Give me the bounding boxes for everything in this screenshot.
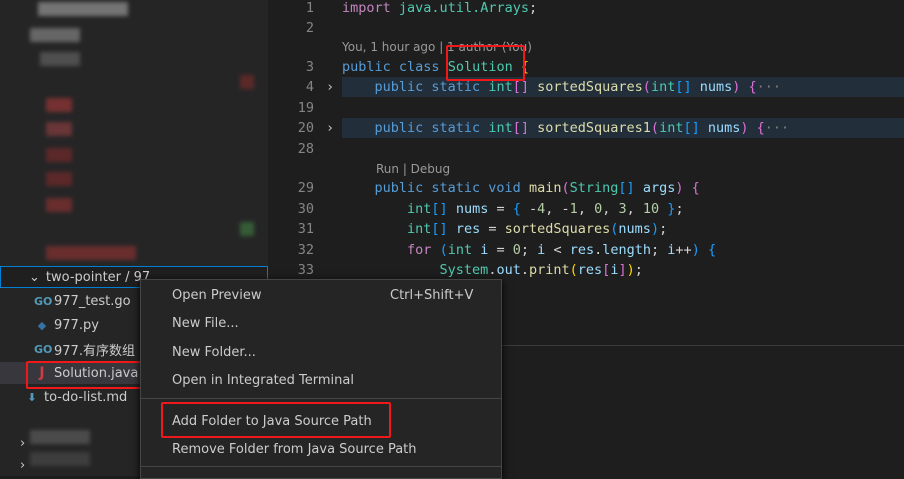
menu-separator	[141, 466, 501, 467]
code-line: import java.util.Arrays;	[342, 0, 538, 16]
chevron-right-icon[interactable]: ›	[326, 79, 334, 95]
code-line: int[] res = sortedSquares(nums);	[407, 221, 668, 237]
menu-item-open-terminal[interactable]: Open in Integrated Terminal	[141, 367, 501, 393]
line-number: 33	[297, 262, 314, 278]
file-name: 977.py	[54, 317, 99, 333]
line-number: 20	[297, 120, 314, 136]
chevron-right-icon[interactable]: ›	[20, 436, 25, 451]
code-line: public static int[] sortedSquares1(int[]…	[374, 120, 790, 136]
blurred-item	[46, 148, 72, 162]
menu-label: Open in Integrated Terminal	[172, 372, 354, 388]
code-line: System.out.print(res[i]);	[439, 262, 643, 278]
highlight-box-file	[26, 361, 146, 389]
menu-item-remove-java-source-path[interactable]: Remove Folder from Java Source Path	[141, 436, 501, 462]
line-number: 32	[297, 242, 314, 258]
blurred-item	[46, 246, 136, 260]
file-name: 977.有序数组	[54, 343, 135, 359]
file-name: 977_test.go	[54, 293, 131, 309]
menu-item-new-file[interactable]: New File...	[141, 310, 501, 336]
blurred-badge	[240, 222, 254, 236]
blurred-item	[38, 2, 128, 16]
line-number: 28	[297, 141, 314, 157]
menu-label: Remove Folder from Java Source Path	[172, 441, 417, 457]
line-number: 30	[297, 201, 314, 217]
menu-label: New Folder...	[172, 344, 256, 360]
code-line: for (int i = 0; i < res.length; i++) {	[407, 242, 717, 258]
blurred-item	[46, 98, 72, 112]
menu-item-new-folder[interactable]: New Folder...	[141, 339, 501, 365]
go-icon: GO	[34, 342, 53, 356]
blurred-item	[46, 172, 72, 186]
blurred-item	[46, 122, 72, 136]
menu-separator	[141, 398, 501, 399]
chevron-right-icon[interactable]: ›	[326, 120, 334, 136]
code-line: public static void main(String[] args) {	[374, 180, 700, 196]
menu-label: Open Preview	[172, 287, 262, 303]
menu-shortcut: Ctrl+Shift+V	[390, 287, 474, 303]
menu-label: New File...	[172, 315, 239, 331]
chevron-right-icon[interactable]: ›	[20, 458, 25, 473]
code-line: public static int[] sortedSquares(int[] …	[374, 79, 782, 95]
blurred-item	[30, 430, 90, 444]
blurred-item	[30, 28, 80, 42]
blurred-item	[40, 52, 80, 66]
line-number: 2	[305, 20, 314, 36]
line-number: 31	[297, 221, 314, 237]
chevron-down-icon: ⌄	[29, 269, 40, 285]
go-icon: GO	[34, 294, 53, 308]
python-icon: ◆	[37, 318, 47, 332]
blurred-badge	[240, 75, 254, 89]
highlight-box-menu	[161, 402, 391, 438]
line-number: 19	[297, 100, 314, 116]
highlight-box-class	[446, 45, 525, 81]
line-number: 4	[305, 79, 314, 95]
context-menu: Open Preview Ctrl+Shift+V New File... New…	[140, 279, 502, 479]
blurred-item	[46, 198, 72, 212]
line-number: 1	[305, 0, 314, 16]
blurred-item	[30, 452, 90, 466]
code-line: int[] nums = { -4, -1, 0, 3, 10 };	[407, 201, 684, 217]
line-number: 29	[297, 180, 314, 196]
menu-item-open-preview[interactable]: Open Preview Ctrl+Shift+V	[141, 282, 501, 308]
markdown-icon: ⬇	[27, 390, 37, 404]
run-debug-lens[interactable]: Run | Debug	[376, 162, 450, 176]
file-name: to-do-list.md	[44, 389, 128, 405]
line-number: 3	[305, 59, 314, 75]
folder-label: two-pointer / 97	[45, 269, 151, 285]
